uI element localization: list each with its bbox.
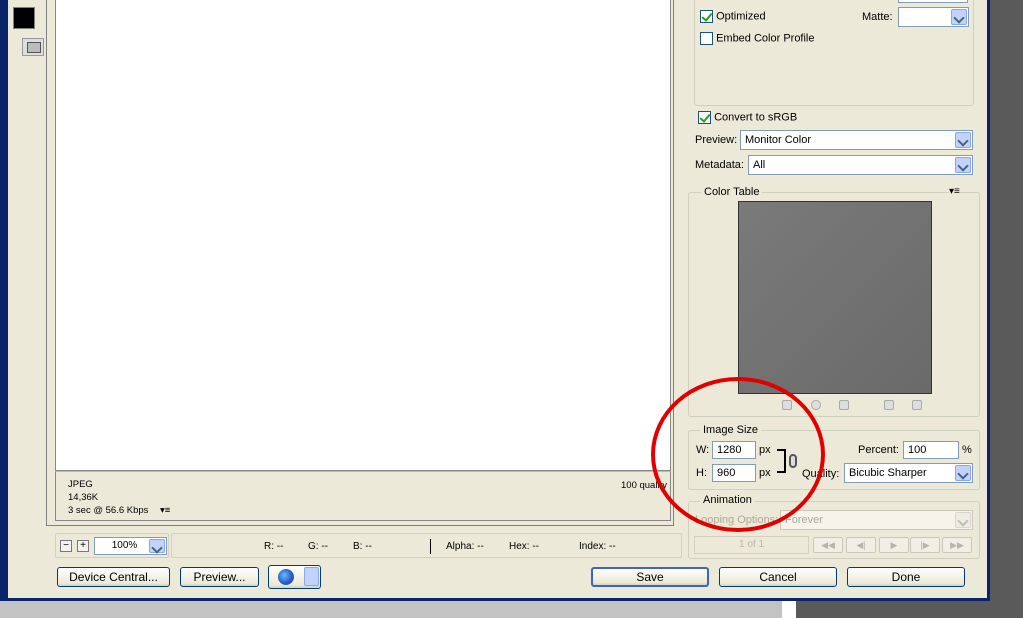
convert-srgb-label: Convert to sRGB: [714, 111, 798, 124]
convert-srgb-checkbox[interactable]: [698, 111, 711, 124]
quality-select[interactable]: Bicubic Sharper: [844, 463, 973, 483]
trash-icon[interactable]: [912, 400, 922, 410]
chevron-down-icon[interactable]: [149, 539, 165, 553]
embed-color-profile-label: Embed Color Profile: [716, 32, 815, 45]
chevron-down-icon[interactable]: [955, 512, 971, 528]
color-table-title: Color Table: [701, 186, 763, 198]
browser-preview-button[interactable]: [268, 565, 321, 589]
percent-unit: %: [962, 444, 972, 456]
preview-button[interactable]: Preview...: [180, 567, 259, 587]
optimized-checkbox[interactable]: [700, 10, 713, 23]
eyedropper-color-swatch[interactable]: [13, 7, 35, 29]
preview-select-value: Monitor Color: [745, 134, 812, 146]
save-button[interactable]: Save: [591, 567, 709, 587]
status-divider: [430, 539, 431, 554]
zoom-select[interactable]: 100%: [94, 537, 167, 555]
index-value: Index: --: [579, 541, 616, 552]
device-central-button[interactable]: Device Central...: [57, 567, 170, 587]
preview-select[interactable]: Monitor Color: [740, 130, 973, 150]
info-download-time: 3 sec @ 56.6 Kbps: [68, 505, 149, 516]
percent-input[interactable]: 100: [903, 441, 959, 459]
setting-field-partial[interactable]: [898, 0, 968, 3]
color-table-menu-icon[interactable]: ▾≡: [949, 186, 960, 197]
lock-color-icon[interactable]: [839, 400, 849, 410]
done-button[interactable]: Done: [847, 567, 965, 587]
play-icon[interactable]: ▶: [879, 537, 909, 553]
download-rate-menu-icon[interactable]: ▾≡: [160, 505, 170, 516]
image-preview-canvas[interactable]: [55, 0, 671, 471]
info-size: 14,36K: [68, 492, 99, 503]
browser-globe-icon: [278, 569, 294, 585]
optimized-checkbox-row[interactable]: Optimized: [700, 10, 766, 23]
optimization-info-panel: JPEG 14,36K 3 sec @ 56.6 Kbps ▾≡ 100 qua…: [55, 471, 671, 521]
zoom-value: 100%: [111, 540, 138, 551]
green-value: G: --: [308, 541, 328, 552]
new-color-icon[interactable]: [884, 400, 894, 410]
web-shift-icon[interactable]: [811, 400, 821, 410]
last-frame-icon[interactable]: ▶▶: [942, 537, 972, 553]
alpha-value: Alpha: --: [446, 541, 484, 552]
color-table-swatches[interactable]: [738, 201, 932, 394]
chevron-down-icon[interactable]: [955, 465, 971, 481]
embed-color-profile-row[interactable]: Embed Color Profile: [700, 32, 815, 45]
cancel-button[interactable]: Cancel: [719, 567, 837, 587]
chevron-down-icon[interactable]: [955, 132, 971, 148]
info-format: JPEG: [68, 479, 93, 490]
toggle-slices-visibility-icon[interactable]: [22, 38, 44, 56]
quality-select-value: Bicubic Sharper: [849, 467, 927, 479]
next-frame-icon[interactable]: |▶: [910, 537, 940, 553]
desktop-strip: [782, 600, 796, 618]
zoom-out-icon[interactable]: −: [60, 540, 72, 552]
frame-counter: 1 of 1: [694, 536, 809, 554]
embed-color-profile-checkbox[interactable]: [700, 32, 713, 45]
preview-label: Preview:: [695, 134, 738, 146]
hex-value: Hex: --: [509, 541, 539, 552]
highlight-annotation-circle: [651, 377, 825, 532]
chevron-down-icon[interactable]: [955, 157, 971, 173]
metadata-label: Metadata:: [695, 159, 744, 171]
percent-label: Percent:: [858, 444, 899, 456]
looping-options-select[interactable]: Forever: [780, 510, 973, 530]
convert-srgb-row[interactable]: Convert to sRGB: [698, 111, 797, 124]
chevron-down-icon[interactable]: [304, 567, 319, 586]
optimized-label: Optimized: [716, 10, 766, 23]
previous-frame-icon[interactable]: ◀|: [846, 537, 876, 553]
zoom-in-icon[interactable]: +: [77, 540, 89, 552]
first-frame-icon[interactable]: ◀◀: [813, 537, 843, 553]
chevron-down-icon[interactable]: [951, 9, 967, 25]
metadata-select[interactable]: All: [748, 155, 973, 175]
red-value: R: --: [264, 541, 284, 552]
metadata-select-value: All: [753, 159, 766, 171]
matte-label: Matte:: [862, 11, 893, 23]
blue-value: B: --: [353, 541, 372, 552]
matte-select[interactable]: [898, 7, 969, 27]
